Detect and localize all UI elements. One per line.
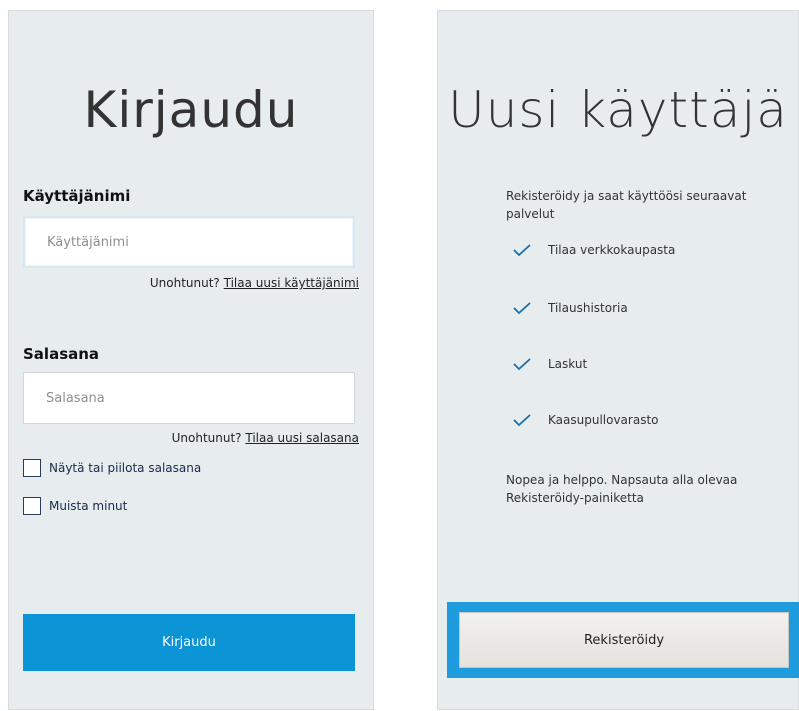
password-label: Salasana <box>23 345 100 363</box>
login-button[interactable]: Kirjaudu <box>23 614 355 671</box>
check-icon <box>513 302 531 315</box>
register-title: Uusi käyttäjä <box>448 81 788 139</box>
password-forgot: Unohtunut? Tilaa uusi salasana <box>172 431 359 445</box>
username-forgot: Unohtunut? Tilaa uusi käyttäjänimi <box>150 276 359 290</box>
show-password-checkbox[interactable] <box>23 459 41 477</box>
show-password-row[interactable]: Näytä tai piilota salasana <box>23 459 201 477</box>
remember-me-checkbox[interactable] <box>23 497 41 515</box>
check-icon <box>513 358 531 371</box>
feature-item: Laskut <box>512 357 587 371</box>
feature-item: Kaasupullovarasto <box>512 413 659 427</box>
check-icon <box>513 414 531 427</box>
login-panel: Kirjaudu Käyttäjänimi Unohtunut? Tilaa u… <box>8 10 374 710</box>
register-outro: Nopea ja helppo. Napsauta alla olevaa Re… <box>506 473 738 505</box>
password-forgot-prefix: Unohtunut? <box>171 431 242 445</box>
forgot-username-link[interactable]: Tilaa uusi käyttäjänimi <box>224 276 359 290</box>
register-intro: Rekisteröidy ja saat käyttöösi seuraavat… <box>506 189 747 221</box>
feature-label: Tilaa verkkokaupasta <box>548 243 676 257</box>
login-title: Kirjaudu <box>83 81 299 139</box>
show-password-label: Näytä tai piilota salasana <box>49 461 202 475</box>
feature-item: Tilaa verkkokaupasta <box>512 243 675 257</box>
username-label: Käyttäjänimi <box>23 187 131 205</box>
feature-label: Tilaushistoria <box>548 301 628 315</box>
feature-label: Kaasupullovarasto <box>548 413 659 427</box>
feature-item: Tilaushistoria <box>512 301 628 315</box>
username-input[interactable] <box>23 216 355 268</box>
check-icon <box>513 244 531 257</box>
remember-me-label: Muista minut <box>49 499 128 513</box>
forgot-password-link[interactable]: Tilaa uusi salasana <box>245 431 359 445</box>
password-input[interactable] <box>23 372 355 424</box>
remember-me-row[interactable]: Muista minut <box>23 497 127 515</box>
feature-label: Laskut <box>548 357 588 371</box>
register-button[interactable]: Rekisteröidy <box>459 612 789 668</box>
username-forgot-prefix: Unohtunut? <box>149 276 220 290</box>
